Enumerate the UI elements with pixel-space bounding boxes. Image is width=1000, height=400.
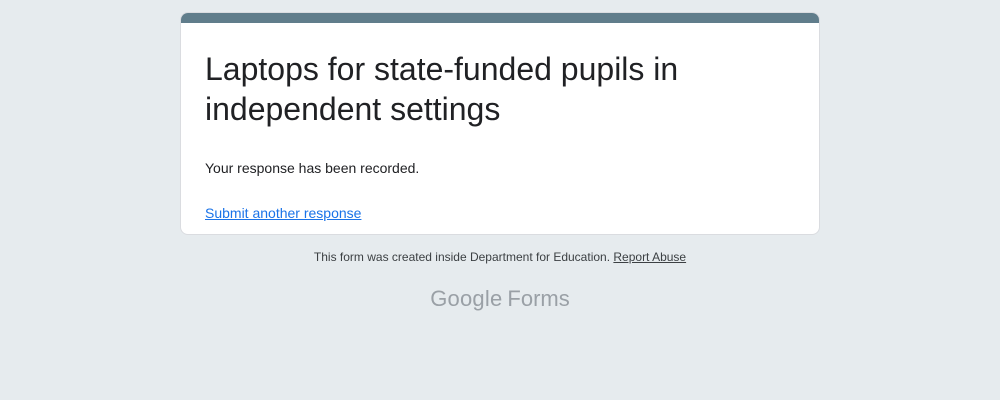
logo-product-name: Forms [507,286,570,311]
form-title: Laptops for state-funded pupils in indep… [205,51,679,127]
form-card: Laptops for state-funded pupils in indep… [180,12,820,235]
confirmation-message: Your response has been recorded. [205,160,420,176]
footer-note: This form was created inside Department … [313,250,614,264]
google-forms-logo[interactable]: Google Forms [0,284,1000,314]
report-abuse-link[interactable]: Report Abuse [613,250,686,264]
submit-another-response-link[interactable]: Submit another response [205,203,361,223]
theme-accent-bar [181,13,819,23]
logo-google-wordmark: Google [430,286,503,311]
footer-disclaimer: This form was created inside Department … [0,249,1000,265]
